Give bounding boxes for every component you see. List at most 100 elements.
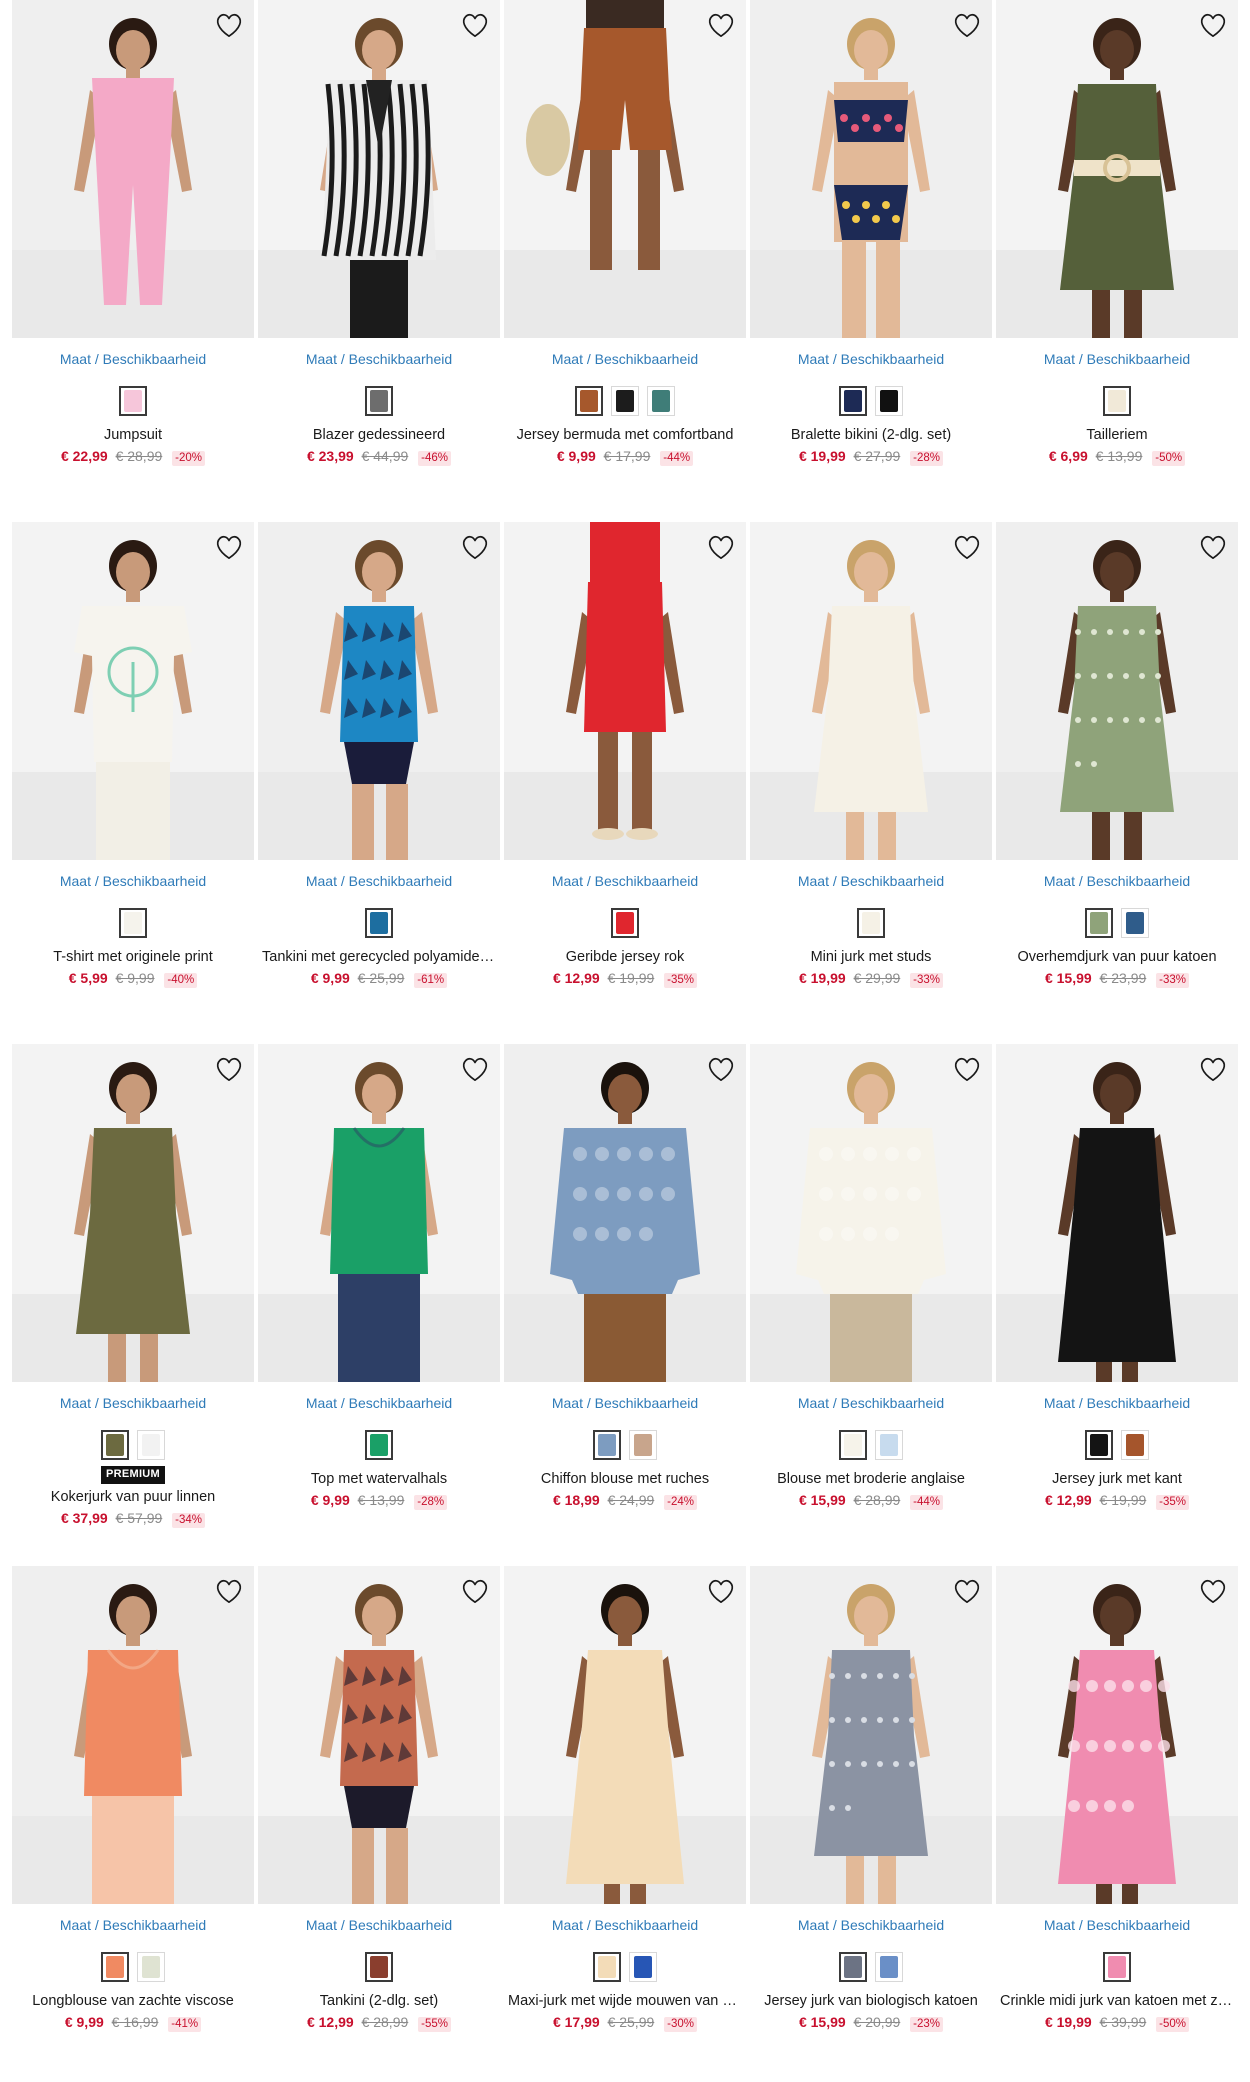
- product-card-14[interactable]: Maat / Beschikbaarheid Blouse met broder…: [750, 1044, 992, 1566]
- size-availability-link[interactable]: Maat / Beschikbaarheid: [258, 1916, 500, 1934]
- product-card-1[interactable]: Maat / Beschikbaarheid Jumpsuit € 22,99 …: [12, 0, 254, 522]
- color-swatch[interactable]: [647, 386, 675, 416]
- product-image[interactable]: [258, 1044, 500, 1382]
- product-image[interactable]: [504, 1044, 746, 1382]
- wishlist-heart-icon[interactable]: [460, 1576, 490, 1606]
- product-name[interactable]: Chiffon blouse met ruches: [504, 1470, 746, 1489]
- color-swatch[interactable]: [857, 908, 885, 938]
- color-swatch[interactable]: [101, 1952, 129, 1982]
- product-card-15[interactable]: Maat / Beschikbaarheid Jersey jurk met k…: [996, 1044, 1238, 1566]
- product-image[interactable]: [12, 0, 254, 338]
- wishlist-heart-icon[interactable]: [1198, 10, 1228, 40]
- wishlist-heart-icon[interactable]: [952, 1576, 982, 1606]
- product-card-17[interactable]: Maat / Beschikbaarheid Tankini (2-dlg. s…: [258, 1566, 500, 2082]
- color-swatch[interactable]: [1121, 908, 1149, 938]
- product-name[interactable]: Overhemdjurk van puur katoen: [996, 948, 1238, 967]
- wishlist-heart-icon[interactable]: [460, 532, 490, 562]
- product-image[interactable]: [996, 522, 1238, 860]
- wishlist-heart-icon[interactable]: [214, 1054, 244, 1084]
- product-card-10[interactable]: Maat / Beschikbaarheid Overhemdjurk van …: [996, 522, 1238, 1044]
- color-swatch[interactable]: [365, 1430, 393, 1460]
- size-availability-link[interactable]: Maat / Beschikbaarheid: [504, 350, 746, 368]
- size-availability-link[interactable]: Maat / Beschikbaarheid: [504, 872, 746, 890]
- color-swatch[interactable]: [839, 1430, 867, 1460]
- size-availability-link[interactable]: Maat / Beschikbaarheid: [750, 1916, 992, 1934]
- color-swatch[interactable]: [119, 386, 147, 416]
- color-swatch[interactable]: [611, 908, 639, 938]
- color-swatch[interactable]: [1103, 386, 1131, 416]
- color-swatch[interactable]: [1085, 908, 1113, 938]
- product-image[interactable]: [258, 0, 500, 338]
- size-availability-link[interactable]: Maat / Beschikbaarheid: [996, 872, 1238, 890]
- color-swatch[interactable]: [365, 386, 393, 416]
- product-card-6[interactable]: Maat / Beschikbaarheid T-shirt met origi…: [12, 522, 254, 1044]
- wishlist-heart-icon[interactable]: [1198, 1576, 1228, 1606]
- product-name[interactable]: Mini jurk met studs: [750, 948, 992, 967]
- product-name[interactable]: Longblouse van zachte viscose: [12, 1992, 254, 2011]
- product-card-16[interactable]: Maat / Beschikbaarheid Longblouse van za…: [12, 1566, 254, 2082]
- wishlist-heart-icon[interactable]: [952, 532, 982, 562]
- product-card-13[interactable]: Maat / Beschikbaarheid Chiffon blouse me…: [504, 1044, 746, 1566]
- product-name[interactable]: T-shirt met originele print: [12, 948, 254, 967]
- color-swatch[interactable]: [875, 1952, 903, 1982]
- wishlist-heart-icon[interactable]: [706, 1576, 736, 1606]
- size-availability-link[interactable]: Maat / Beschikbaarheid: [258, 350, 500, 368]
- color-swatch[interactable]: [629, 1952, 657, 1982]
- product-image[interactable]: [750, 0, 992, 338]
- product-name[interactable]: Blouse met broderie anglaise: [750, 1470, 992, 1489]
- product-name[interactable]: Tankini (2-dlg. set): [258, 1992, 500, 2011]
- size-availability-link[interactable]: Maat / Beschikbaarheid: [12, 1394, 254, 1412]
- color-swatch[interactable]: [101, 1430, 129, 1460]
- size-availability-link[interactable]: Maat / Beschikbaarheid: [258, 1394, 500, 1412]
- product-name[interactable]: Top met watervalhals: [258, 1470, 500, 1489]
- wishlist-heart-icon[interactable]: [952, 10, 982, 40]
- color-swatch[interactable]: [875, 1430, 903, 1460]
- product-image[interactable]: [750, 1044, 992, 1382]
- size-availability-link[interactable]: Maat / Beschikbaarheid: [996, 350, 1238, 368]
- product-name[interactable]: Maxi-jurk met wijde mouwen van stretchst…: [504, 1992, 746, 2011]
- color-swatch[interactable]: [839, 386, 867, 416]
- size-availability-link[interactable]: Maat / Beschikbaarheid: [504, 1916, 746, 1934]
- wishlist-heart-icon[interactable]: [952, 1054, 982, 1084]
- size-availability-link[interactable]: Maat / Beschikbaarheid: [12, 872, 254, 890]
- color-swatch[interactable]: [119, 908, 147, 938]
- product-name[interactable]: Kokerjurk van puur linnen: [12, 1488, 254, 1507]
- product-card-4[interactable]: Maat / Beschikbaarheid Bralette bikini (…: [750, 0, 992, 522]
- product-card-7[interactable]: Maat / Beschikbaarheid Tankini met gerec…: [258, 522, 500, 1044]
- color-swatch[interactable]: [365, 908, 393, 938]
- size-availability-link[interactable]: Maat / Beschikbaarheid: [750, 350, 992, 368]
- product-image[interactable]: [750, 1566, 992, 1904]
- product-card-5[interactable]: Maat / Beschikbaarheid Tailleriem € 6,99…: [996, 0, 1238, 522]
- product-name[interactable]: Jersey jurk van biologisch katoen: [750, 1992, 992, 2011]
- color-swatch[interactable]: [1103, 1952, 1131, 1982]
- product-image[interactable]: [12, 1044, 254, 1382]
- product-name[interactable]: Jersey bermuda met comfortband: [504, 426, 746, 445]
- color-swatch[interactable]: [611, 386, 639, 416]
- product-card-19[interactable]: Maat / Beschikbaarheid Jersey jurk van b…: [750, 1566, 992, 2082]
- product-card-2[interactable]: Maat / Beschikbaarheid Blazer gedessinee…: [258, 0, 500, 522]
- color-swatch[interactable]: [839, 1952, 867, 1982]
- product-image[interactable]: [258, 522, 500, 860]
- product-image[interactable]: [504, 522, 746, 860]
- product-image[interactable]: [504, 1566, 746, 1904]
- product-image[interactable]: [12, 1566, 254, 1904]
- color-swatch[interactable]: [1121, 1430, 1149, 1460]
- wishlist-heart-icon[interactable]: [706, 10, 736, 40]
- wishlist-heart-icon[interactable]: [706, 532, 736, 562]
- wishlist-heart-icon[interactable]: [460, 1054, 490, 1084]
- product-image[interactable]: [258, 1566, 500, 1904]
- color-swatch[interactable]: [137, 1952, 165, 1982]
- wishlist-heart-icon[interactable]: [214, 10, 244, 40]
- size-availability-link[interactable]: Maat / Beschikbaarheid: [504, 1394, 746, 1412]
- color-swatch[interactable]: [875, 386, 903, 416]
- product-name[interactable]: Bralette bikini (2-dlg. set): [750, 426, 992, 445]
- product-name[interactable]: Geribde jersey rok: [504, 948, 746, 967]
- size-availability-link[interactable]: Maat / Beschikbaarheid: [750, 872, 992, 890]
- product-card-18[interactable]: Maat / Beschikbaarheid Maxi-jurk met wij…: [504, 1566, 746, 2082]
- color-swatch[interactable]: [137, 1430, 165, 1460]
- product-name[interactable]: Jersey jurk met kant: [996, 1470, 1238, 1489]
- wishlist-heart-icon[interactable]: [214, 532, 244, 562]
- product-card-3[interactable]: Maat / Beschikbaarheid Jersey bermuda me…: [504, 0, 746, 522]
- size-availability-link[interactable]: Maat / Beschikbaarheid: [996, 1394, 1238, 1412]
- product-name[interactable]: Tailleriem: [996, 426, 1238, 445]
